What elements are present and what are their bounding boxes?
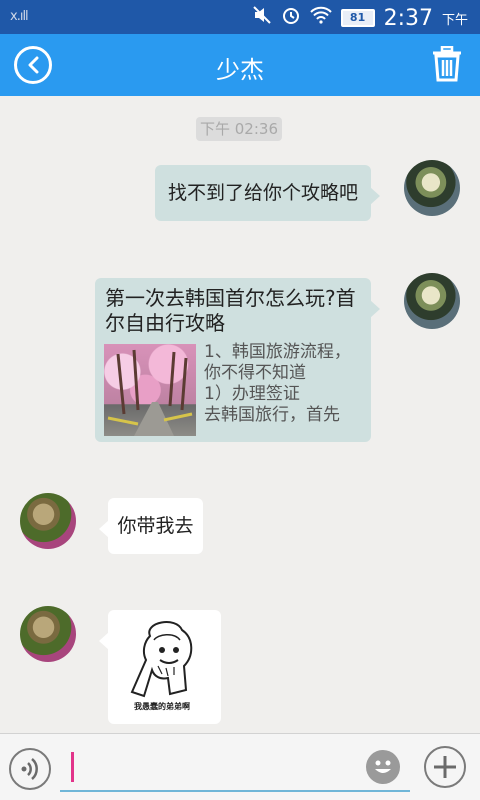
delete-button[interactable]: [432, 45, 462, 82]
mute-icon: [252, 5, 272, 31]
summary-line: 去韩国旅行，首先: [204, 405, 340, 425]
message-timestamp: 下午 02:36: [196, 117, 282, 141]
clock-time: 2:37: [383, 5, 433, 31]
voice-button[interactable]: [9, 748, 51, 790]
shared-article-card[interactable]: 第一次去韩国首尔怎么玩?首尔自由行攻略 1、韩国旅游流程， 你不得不知道 1）办…: [95, 278, 380, 442]
title-bar: 少杰: [0, 34, 480, 96]
shared-article-title: 第一次去韩国首尔怎么玩?首尔自由行攻略: [105, 286, 356, 335]
avatar-friend[interactable]: [20, 493, 76, 549]
voice-icon: [21, 758, 38, 780]
sticker-caption: 我愚蠢的弟弟啊: [134, 702, 190, 711]
summary-line: 1、韩国旅游流程，: [204, 342, 351, 362]
sticker-message[interactable]: 我愚蠢的弟弟啊: [99, 610, 221, 724]
trash-icon: [433, 45, 461, 82]
plus-icon: [434, 756, 456, 778]
message-bubble-self[interactable]: 找不到了给你个攻略吧: [155, 165, 380, 221]
summary-line: 你不得不知道: [204, 363, 306, 383]
meme-sticker: 我愚蠢的弟弟啊: [114, 616, 215, 718]
shared-article-summary: 1、韩国旅游流程， 你不得不知道 1）办理签证 去韩国旅行，首先: [204, 342, 364, 426]
avatar-self[interactable]: [404, 160, 460, 216]
status-bar: x.ıll 81 2:37 下午: [0, 0, 480, 34]
battery-icon: 81: [340, 9, 375, 27]
chat-title: 少杰: [216, 56, 264, 84]
message-input[interactable]: [60, 744, 410, 792]
avatar-friend[interactable]: [20, 606, 76, 662]
message-text: 找不到了给你个攻略吧: [167, 182, 358, 204]
emoji-icon: [375, 760, 391, 773]
input-bar: [0, 733, 480, 800]
signal-indicator: x.ıll: [10, 9, 29, 24]
emoji-button[interactable]: [366, 750, 400, 784]
status-icons: 81 2:37 下午: [252, 5, 468, 31]
message-text: 你带我去: [117, 515, 194, 537]
text-cursor: [71, 752, 74, 782]
avatar-self[interactable]: [404, 273, 460, 329]
summary-line: 1）办理签证: [204, 384, 300, 404]
clock-ampm: 下午: [441, 12, 468, 28]
wifi-icon: [309, 6, 332, 30]
more-actions-button[interactable]: [424, 746, 466, 788]
message-bubble-friend[interactable]: 你带我去: [99, 498, 203, 554]
alarm-icon: [281, 5, 301, 31]
shared-article-thumbnail: [104, 344, 196, 436]
